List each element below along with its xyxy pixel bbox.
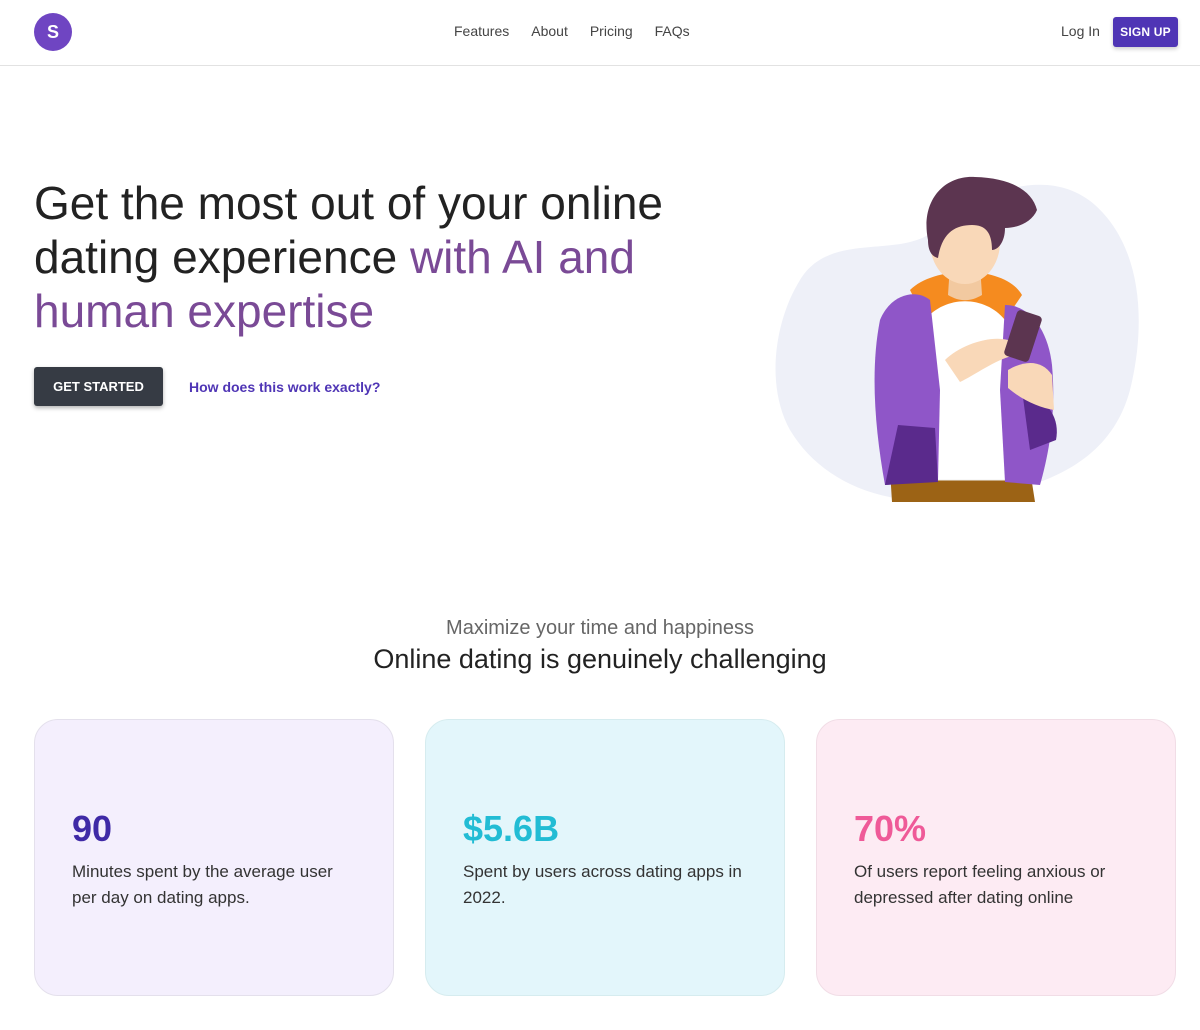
login-link[interactable]: Log In [1061,23,1100,39]
section-subtitle: Maximize your time and happiness [446,617,754,639]
stat-card-minutes: 90 Minutes spent by the average user per… [34,719,394,996]
top-navbar: S Features About Pricing FAQs Log In SIG… [0,0,1200,66]
stat-description: Minutes spent by the average user per da… [72,862,333,907]
section-title: Online dating is genuinely challenging [373,644,827,674]
nav-link-faqs[interactable]: FAQs [655,23,690,39]
signup-button[interactable]: SIGN UP [1113,17,1178,47]
stat-value: 90 [72,808,113,849]
stat-card-spending: $5.6B Spent by users across dating apps … [425,719,785,996]
nav-link-about[interactable]: About [531,23,568,39]
stat-value: $5.6B [463,808,560,849]
logo[interactable]: S [34,13,72,51]
how-it-works-link[interactable]: How does this work exactly? [189,379,380,395]
stat-description: Spent by users across dating apps in 202… [463,862,742,907]
get-started-button[interactable]: GET STARTED [34,367,163,406]
stat-card-anxiety: 70% Of users report feeling anxious or d… [816,719,1176,996]
nav-link-features[interactable]: Features [454,23,509,39]
nav-link-pricing[interactable]: Pricing [590,23,633,39]
nav-links: Features About Pricing FAQs [454,23,690,39]
stat-value: 70% [854,808,927,849]
person-holding-phone-illustration [775,176,1139,502]
hero-title: Get the most out of your online dating e… [34,176,734,338]
stat-description: Of users report feeling anxious or depre… [854,862,1106,907]
